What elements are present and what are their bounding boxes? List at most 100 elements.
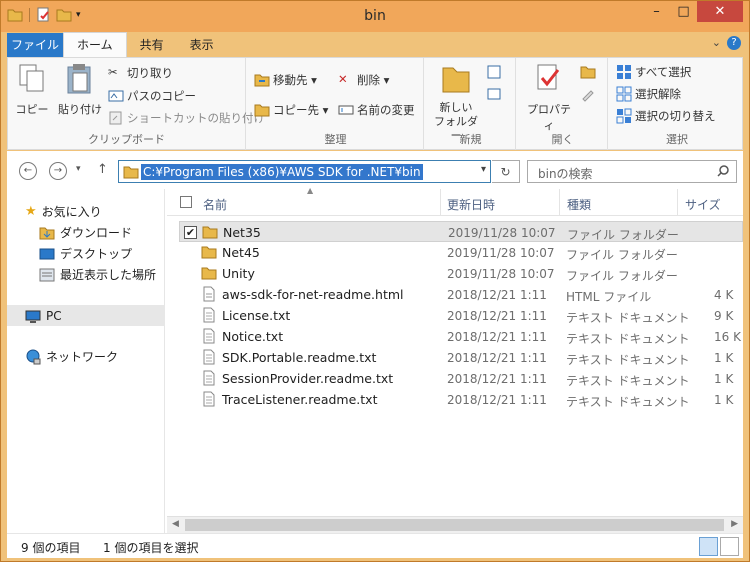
help-icon[interactable]: ? (727, 36, 741, 50)
search-box[interactable]: binの検索 (527, 160, 737, 183)
sort-ascending-icon: ▲ (307, 186, 314, 195)
address-bar[interactable]: C:¥Program Files (x86)¥AWS SDK for .NET¥… (118, 160, 491, 183)
copy-button[interactable]: コピー (14, 62, 50, 117)
column-date[interactable]: 更新日時 (447, 196, 495, 213)
column-type[interactable]: 種類 (567, 196, 591, 213)
minimize-button[interactable]: – (643, 1, 670, 22)
copy-to-icon (254, 104, 270, 117)
select-all-button[interactable]: すべて選択 (616, 64, 691, 80)
scroll-left-arrow-icon[interactable]: ◀ (172, 519, 179, 529)
recent-locations-chevron-icon[interactable]: ▾ (76, 164, 81, 174)
file-row[interactable]: SessionProvider.readme.txt 2018/12/21 1:1… (179, 368, 743, 389)
column-header: 名前 ▲ 更新日時 種類 サイズ (167, 186, 743, 216)
column-size[interactable]: サイズ (685, 196, 721, 213)
clipboard-group: コピー 貼り付け ✂ 切り取り パスのコピー ショートカットの貼り付け クリップ… (8, 58, 265, 150)
copy-to-button[interactable]: コピー先 ▾ (254, 102, 328, 118)
selected-count: 1 個の項目を選択 (103, 541, 199, 555)
clipboard-group-label: クリップボード (88, 133, 165, 146)
file-list: 名前 ▲ 更新日時 種類 サイズ ✔ Net35 2019/11/28 10:07 フ… (167, 186, 743, 533)
file-row[interactable]: Notice.txt 2018/12/21 1:11 テキスト ドキュメント 16 K (179, 326, 743, 347)
back-arrow-icon: ← (23, 165, 33, 176)
details-view-button[interactable] (699, 537, 718, 556)
select-all-checkbox[interactable] (180, 196, 192, 208)
folder-icon (201, 246, 217, 259)
column-divider[interactable] (440, 189, 441, 215)
edit-button[interactable] (580, 86, 596, 102)
up-arrow-icon[interactable]: ↑ (97, 162, 108, 177)
nav-item-pc[interactable]: PC (7, 305, 165, 326)
open-group-label: 開く (551, 133, 574, 146)
rename-button[interactable]: 名前の変更 (338, 102, 415, 118)
file-row[interactable]: License.txt 2018/12/21 1:11 テキスト ドキュメント 9 K (179, 305, 743, 326)
column-divider[interactable] (677, 189, 678, 215)
scrollbar-thumb[interactable] (185, 519, 724, 531)
large-icons-view-button[interactable] (720, 537, 739, 556)
file-type: テキスト ドキュメント (566, 353, 690, 367)
new-item-button[interactable] (486, 64, 502, 80)
window-controls: – □ ✕ (643, 1, 743, 22)
text-file-icon (203, 307, 215, 323)
file-name: Net45 (222, 245, 260, 260)
select-none-button[interactable]: 選択解除 (616, 86, 681, 102)
nav-item-network[interactable]: ネットワーク (25, 348, 118, 365)
cut-label: 切り取り (127, 66, 173, 80)
maximize-button[interactable]: □ (670, 1, 697, 22)
address-dropdown-chevron-icon[interactable]: ▾ (481, 164, 486, 175)
tab-share[interactable]: 共有 (127, 33, 177, 57)
open-icon (580, 66, 596, 79)
file-name: Notice.txt (222, 329, 284, 344)
invert-selection-button[interactable]: 選択の切り替え (616, 108, 716, 124)
horizontal-scrollbar[interactable]: ◀ ▶ (167, 516, 743, 533)
delete-button[interactable]: ✕ 削除 ▾ (338, 72, 389, 88)
file-row[interactable]: Net45 2019/11/28 10:07 ファイル フォルダー (179, 242, 743, 263)
edit-icon (582, 90, 594, 102)
file-name: SDK.Portable.readme.txt (222, 350, 377, 365)
expand-ribbon-chevron-icon[interactable]: ⌄ (712, 36, 721, 50)
status-bar: 9 個の項目 1 個の項目を選択 (7, 533, 743, 558)
easy-access-icon (487, 88, 501, 100)
nav-item-recent[interactable]: 最近表示した場所 (39, 266, 156, 283)
file-date: 2018/12/21 1:11 (447, 351, 547, 365)
file-row[interactable]: ✔ Net35 2019/11/28 10:07 ファイル フォルダー (179, 221, 743, 242)
copy-path-button[interactable]: パスのコピー (108, 88, 196, 104)
file-row[interactable]: aws-sdk-for-net-readme.html 2018/12/21 1:… (179, 284, 743, 305)
column-name[interactable]: 名前 (203, 196, 227, 213)
close-button[interactable]: ✕ (697, 1, 743, 22)
forward-button[interactable]: → (49, 162, 67, 180)
tab-file[interactable]: ファイル (7, 33, 63, 57)
back-button[interactable]: ← (19, 162, 37, 180)
cut-button[interactable]: ✂ 切り取り (108, 65, 173, 81)
scissors-icon: ✂ (108, 65, 118, 79)
tab-home[interactable]: ホーム (63, 32, 127, 57)
folder-icon (201, 267, 217, 280)
nav-item-favorites[interactable]: ★ お気に入り (25, 203, 102, 220)
file-row[interactable]: TraceListener.readme.txt 2018/12/21 1:11 テ… (179, 389, 743, 410)
address-path[interactable]: C:¥Program Files (x86)¥AWS SDK for .NET¥… (141, 164, 423, 180)
column-divider[interactable] (559, 189, 560, 215)
row-checkbox[interactable]: ✔ (184, 226, 197, 239)
nav-pc-label: PC (46, 308, 62, 323)
nav-item-desktop[interactable]: デスクトップ (39, 245, 132, 262)
open-button[interactable] (580, 64, 596, 80)
move-to-icon (254, 74, 270, 87)
nav-item-downloads[interactable]: ダウンロード (39, 224, 132, 241)
tab-view[interactable]: 表示 (177, 33, 227, 57)
file-row[interactable]: SDK.Portable.readme.txt 2018/12/21 1:11 テキ… (179, 347, 743, 368)
scroll-right-arrow-icon[interactable]: ▶ (731, 519, 738, 529)
move-to-button[interactable]: 移動先 ▾ (254, 72, 317, 88)
properties-button[interactable]: プロパティ (522, 62, 576, 133)
file-date: 2019/11/28 10:07 (447, 267, 555, 281)
refresh-button[interactable]: ↻ (492, 160, 520, 183)
paste-shortcut-button[interactable]: ショートカットの貼り付け (108, 110, 265, 126)
move-to-label: 移動先 ▾ (273, 73, 317, 87)
file-name: aws-sdk-for-net-readme.html (222, 287, 404, 302)
easy-access-button[interactable] (486, 86, 502, 102)
file-size: 4 K (714, 288, 734, 302)
file-row[interactable]: Unity 2019/11/28 10:07 ファイル フォルダー (179, 263, 743, 284)
new-group-label: 新規 (459, 133, 482, 146)
paste-button[interactable]: 貼り付け (56, 62, 104, 117)
organize-group-label: 整理 (324, 133, 347, 146)
file-type: ファイル フォルダー (566, 248, 678, 262)
new-item-icon (487, 65, 501, 79)
ribbon-help-area: ⌄ ? (712, 36, 741, 50)
